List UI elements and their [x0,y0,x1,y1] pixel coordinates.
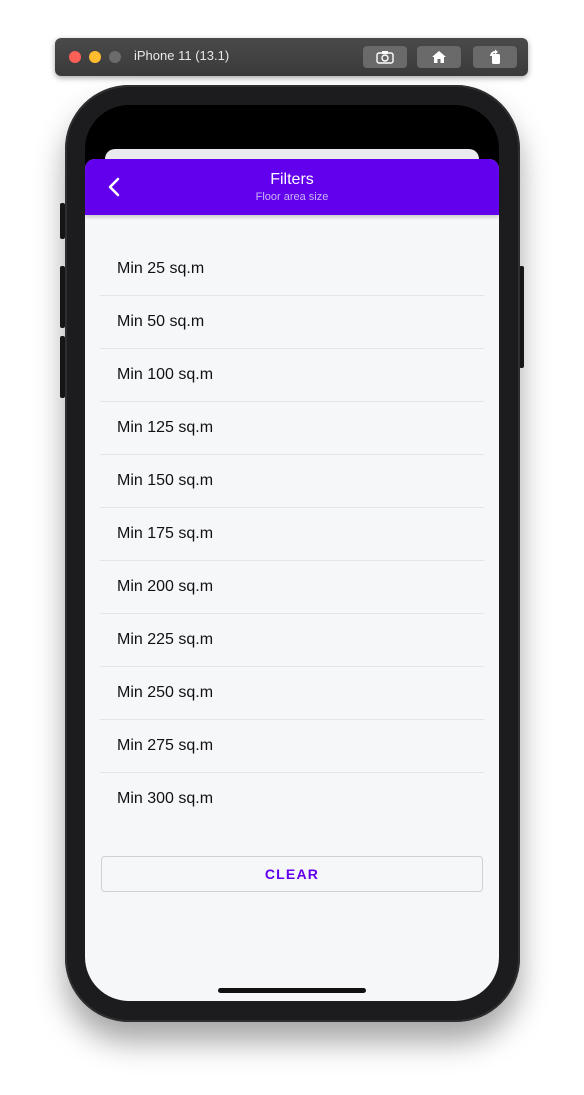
rotate-button[interactable] [473,46,517,68]
home-indicator[interactable] [218,988,366,993]
list-item-min-50[interactable]: Min 50 sq.m [100,296,484,349]
home-icon [432,51,446,63]
close-window-button[interactable] [69,51,81,63]
page-subtitle: Floor area size [255,191,329,203]
list-item-min-150[interactable]: Min 150 sq.m [100,455,484,508]
clear-button[interactable]: CLEAR [101,856,483,892]
list-item-min-275[interactable]: Min 275 sq.m [100,720,484,773]
list-item-min-200[interactable]: Min 200 sq.m [100,561,484,614]
list-item-min-300[interactable]: Min 300 sq.m [100,773,484,825]
notch [177,105,407,137]
phone-screen: Filters Floor area size Min 25 sq.m Min … [85,105,499,1001]
list-item-min-225[interactable]: Min 225 sq.m [100,614,484,667]
zoom-window-button[interactable] [109,51,121,63]
rotate-icon [490,49,500,64]
list-item-min-25[interactable]: Min 25 sq.m [100,243,484,296]
minimize-window-button[interactable] [89,51,101,63]
screenshot-button[interactable] [363,46,407,68]
list-item-min-175[interactable]: Min 175 sq.m [100,508,484,561]
area-options-list: Min 25 sq.m Min 50 sq.m Min 100 sq.m Min… [100,243,484,825]
page-title: Filters [270,171,314,188]
home-button[interactable] [417,46,461,68]
list-item-min-250[interactable]: Min 250 sq.m [100,667,484,720]
simulator-title: iPhone 11 (13.1) [134,48,230,63]
list-item-min-100[interactable]: Min 100 sq.m [100,349,484,402]
filters-sheet: Filters Floor area size Min 25 sq.m Min … [85,159,499,1001]
screenshot-icon [376,51,394,64]
app-header: Filters Floor area size [85,159,499,215]
simulator-title-bar: iPhone 11 (13.1) [55,38,528,76]
list-item-min-125[interactable]: Min 125 sq.m [100,402,484,455]
